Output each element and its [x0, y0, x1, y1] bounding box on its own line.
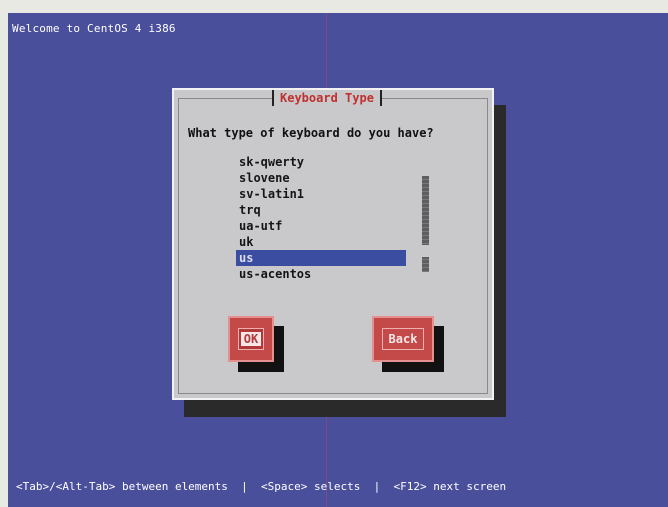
back-button[interactable]: Back [372, 316, 434, 362]
ok-button-label: OK [240, 332, 262, 346]
welcome-banner: Welcome to CentOS 4 i386 [12, 22, 176, 35]
ok-button[interactable]: OK [228, 316, 274, 362]
keyboard-type-dialog: Keyboard Type What type of keyboard do y… [172, 88, 494, 400]
keyboard-list[interactable]: sk-qwerty slovene sv-latin1 trq ua-utf u… [236, 154, 406, 282]
keyboard-question: What type of keyboard do you have? [188, 126, 434, 140]
list-item[interactable]: us-acentos [236, 266, 406, 282]
back-button-face: Back [382, 328, 424, 350]
list-item[interactable]: us [236, 250, 406, 266]
scrollbar-thumb[interactable] [422, 245, 429, 257]
list-item[interactable]: sk-qwerty [236, 154, 406, 170]
dialog-title: Keyboard Type [272, 90, 382, 106]
list-scrollbar[interactable] [422, 176, 429, 272]
list-item[interactable]: uk [236, 234, 406, 250]
back-button-label: Back [388, 332, 418, 346]
list-item[interactable]: ua-utf [236, 218, 406, 234]
list-item[interactable]: slovene [236, 170, 406, 186]
scrollbar-track[interactable] [422, 176, 429, 272]
status-bar: <Tab>/<Alt-Tab> between elements | <Spac… [16, 480, 507, 493]
ok-button-face: OK [238, 328, 264, 350]
list-item[interactable]: trq [236, 202, 406, 218]
list-item[interactable]: sv-latin1 [236, 186, 406, 202]
